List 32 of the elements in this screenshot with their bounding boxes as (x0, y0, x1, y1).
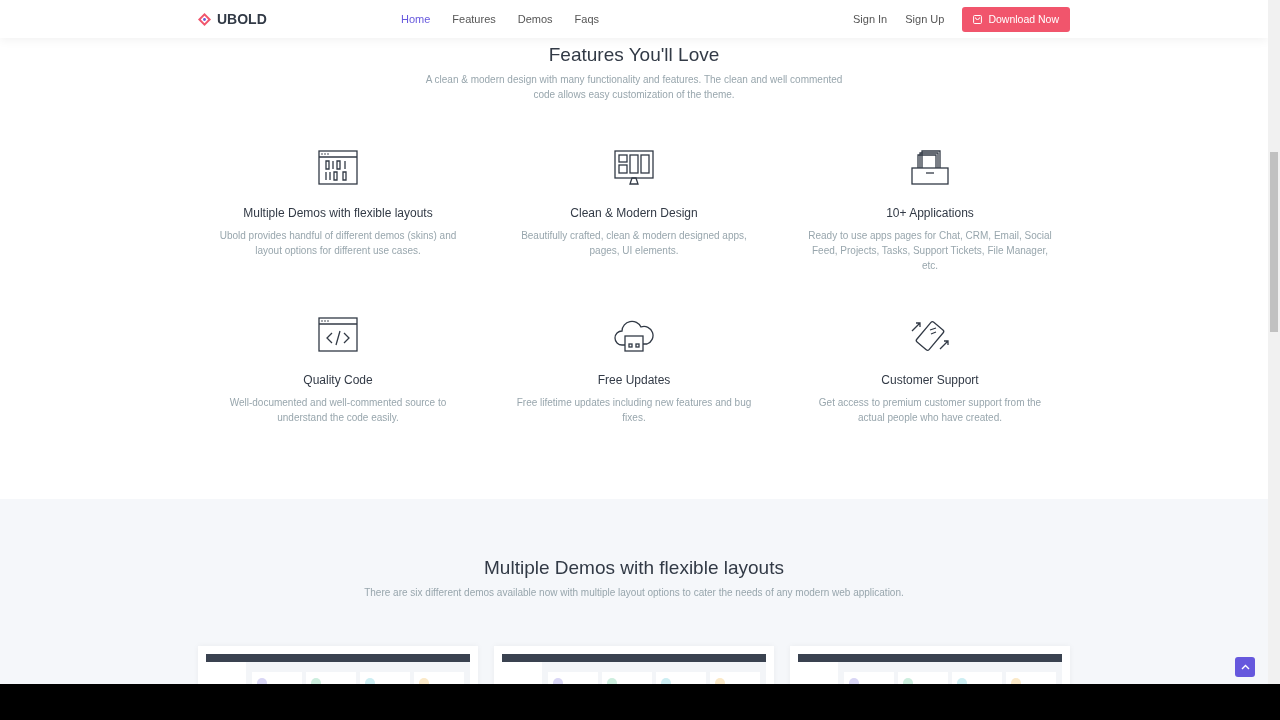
feature-title: Customer Support (881, 373, 979, 387)
section-subtitle: There are six different demos available now with multiple layout options to cater the needs of any modern web application. (363, 586, 905, 600)
feature-title: Quality Code (303, 373, 373, 387)
auth-link[interactable]: Sign Up (905, 13, 945, 25)
inbox-tray-icon (910, 150, 950, 186)
brand-name[interactable]: UBOLD (217, 11, 267, 27)
feature-description: Beautifully crafted, clean & modern designed apps, pages, UI elements. (520, 229, 748, 258)
feature-description: Ready to use apps pages for Chat, CRM, Email, Social Feed, Projects, Tasks, Support Tickets, File Manager, etc. (807, 229, 1053, 273)
feature-description: Well-documented and well-commented source to understand the code easily. (228, 396, 448, 425)
logo-icon (198, 12, 211, 26)
section-subtitle: A clean & modern design with many functionality and features. The clean and well commented code allows easy customization of the theme. (424, 73, 844, 102)
feature-title: Multiple Demos with flexible layouts (243, 206, 433, 220)
nav-link[interactable]: Faqs (574, 13, 600, 25)
bag-icon (973, 14, 983, 24)
auth-link[interactable]: Sign In (853, 13, 888, 25)
nav-link[interactable]: Features (452, 13, 496, 25)
feature-description: Ubold provides handful of different demos (skins) and layout options for different use cases. (218, 229, 458, 258)
code-window-icon (318, 317, 358, 353)
feature-title: Clean & Modern Design (570, 206, 698, 220)
chevron-up-icon (1240, 664, 1250, 670)
scroll-top-button[interactable] (1235, 657, 1255, 677)
binary-window-icon (318, 150, 358, 186)
section-title: Features You'll Love (548, 44, 720, 66)
feature-title: 10+ Applications (886, 206, 974, 220)
feature-description: Free lifetime updates including new features and bug fixes. (515, 396, 753, 425)
feature-title: Free Updates (597, 373, 671, 387)
scrollbar[interactable] (1268, 0, 1280, 684)
nav-link[interactable]: Home (401, 13, 431, 25)
monitor-icon (614, 150, 654, 186)
feature-description: Get access to premium customer support from the actual people who have created. (817, 396, 1043, 425)
nav-link[interactable]: Demos (517, 13, 553, 25)
section-title: Multiple Demos with flexible layouts (484, 557, 784, 579)
